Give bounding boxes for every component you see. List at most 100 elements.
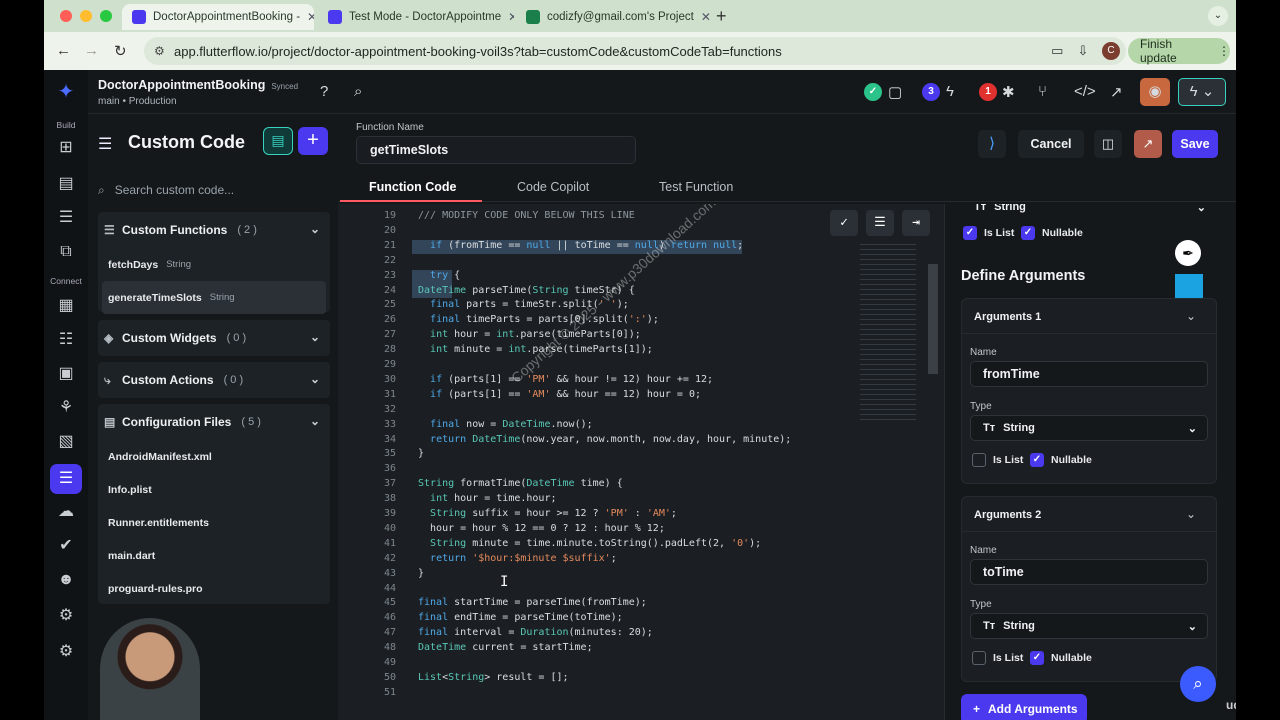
custom-code-icon[interactable]: ☰ <box>56 469 76 489</box>
lightning-icon[interactable]: ϟ <box>946 83 954 100</box>
chevron-down-icon[interactable]: ⌄ <box>310 414 320 428</box>
forward-arrow-icon[interactable]: → <box>84 42 99 59</box>
agents-icon[interactable]: ☻ <box>56 570 76 590</box>
support-chat-icon[interactable]: ⌕ <box>1180 666 1216 702</box>
widget-tree-icon[interactable]: ▤ <box>56 174 76 194</box>
flutterflow-logo-icon[interactable]: ✦ <box>56 82 76 102</box>
is-list-checkbox[interactable]: Is List <box>972 453 1023 467</box>
run-lightning-dropdown[interactable]: ϟ ⌄ <box>1178 78 1226 106</box>
browser-tab-3[interactable]: codizfy@gmail.com's Project ✕ <box>516 4 712 30</box>
minimize-window-button[interactable] <box>80 10 92 22</box>
configuration-files-header[interactable]: ▤ Configuration Files ( 5 ) ⌄ <box>98 404 330 440</box>
bug-icon[interactable]: ✱ <box>1002 83 1015 101</box>
argument-name-input[interactable]: toTime <box>970 559 1208 585</box>
function-name-input[interactable]: getTimeSlots <box>356 136 636 164</box>
errors-badge[interactable]: 1 <box>979 83 997 101</box>
reload-icon[interactable]: ↻ <box>114 42 127 60</box>
integrations-icon[interactable]: ⚙ <box>56 606 76 626</box>
code-line[interactable]: int hour = time.hour; <box>418 493 556 504</box>
layers-icon[interactable]: ☰ <box>56 208 76 228</box>
vscode-icon[interactable]: ⟩ <box>978 130 1006 158</box>
tab-test-function[interactable]: Test Function <box>659 180 733 194</box>
return-nullable-checkbox[interactable]: ✓ Nullable <box>1021 226 1083 240</box>
browser-tab-1[interactable]: DoctorAppointmentBooking - ✕ <box>122 4 314 30</box>
argument-name-input[interactable]: fromTime <box>970 361 1208 387</box>
code-line[interactable]: return '$hour:$minute $suffix'; <box>418 553 617 564</box>
help-icon[interactable]: ? <box>320 83 328 100</box>
maximize-window-button[interactable] <box>100 10 112 22</box>
open-external-icon[interactable]: ↗ <box>1110 83 1123 101</box>
tab-search-chevron-icon[interactable]: ⌄ <box>1208 6 1228 26</box>
code-editor[interactable]: 19 /// MODIFY CODE ONLY BELOW THIS LINE 20… <box>338 204 944 720</box>
search-custom-code-input[interactable]: ⌕ Search custom code... <box>98 178 328 202</box>
notifications-badge[interactable]: 3 <box>922 83 940 101</box>
back-arrow-icon[interactable]: ← <box>56 42 71 59</box>
return-type-select[interactable]: Tт String ⌄ <box>961 204 1217 220</box>
code-line[interactable]: final interval = Duration(minutes: 20); <box>418 627 653 638</box>
list-item[interactable]: main.dart <box>98 539 330 572</box>
code-line[interactable]: /// MODIFY CODE ONLY BELOW THIS LINE <box>418 210 635 221</box>
list-item[interactable]: proguard-rules.pro <box>98 572 330 605</box>
code-line[interactable]: if (parts[1] == 'PM' && hour != 12) hour… <box>418 374 713 385</box>
save-button[interactable]: Save <box>1172 130 1218 158</box>
pen-tool-icon[interactable]: ✒ <box>1175 240 1201 266</box>
tab-code-copilot[interactable]: Code Copilot <box>517 180 589 194</box>
install-app-icon[interactable]: ⇩ <box>1077 43 1088 59</box>
check-code-icon[interactable]: ✓ <box>830 210 858 236</box>
list-item[interactable]: Runner.entitlements <box>98 506 330 539</box>
components-icon[interactable]: ⧉ <box>56 242 76 262</box>
code-line[interactable]: final timeParts = parts[0].split(':'); <box>418 314 659 325</box>
argument-type-select[interactable]: Tт String ⌄ <box>970 613 1208 639</box>
close-window-button[interactable] <box>60 10 72 22</box>
finish-update-button[interactable]: Finish update ⋮ <box>1128 37 1230 65</box>
new-tab-button[interactable]: + <box>716 6 727 27</box>
custom-actions-header[interactable]: ⤷ Custom Actions ( 0 ) ⌄ <box>98 362 330 398</box>
branch-label[interactable]: main • Production <box>98 96 177 107</box>
custom-functions-header[interactable]: ☰ Custom Functions ( 2 ) ⌄ <box>98 212 330 248</box>
code-minimap[interactable] <box>860 244 916 424</box>
format-code-icon[interactable]: ☰ <box>866 210 894 236</box>
check-status-icon[interactable]: ✓ <box>864 83 882 101</box>
list-item[interactable]: generateTimeSlots String <box>102 281 326 314</box>
close-tab-icon[interactable]: ✕ <box>701 10 711 24</box>
add-custom-code-button[interactable]: + <box>298 127 328 155</box>
url-input[interactable]: ⚙ app.flutterflow.io/project/doctor-appo… <box>144 37 1126 65</box>
code-line[interactable]: String suffix = hour >= 12 ? 'PM' : 'AM'… <box>418 508 677 519</box>
nullable-checkbox[interactable]: ✓ Nullable <box>1030 651 1092 665</box>
search-icon[interactable]: ⌕ <box>354 83 362 100</box>
code-line[interactable]: String formatTime(DateTime time) { <box>418 478 623 489</box>
code-line[interactable]: return DateTime(now.year, now.month, now… <box>418 434 791 445</box>
list-item[interactable]: Info.plist <box>98 473 330 506</box>
media-assets-icon[interactable]: ▧ <box>56 432 76 452</box>
nullable-checkbox[interactable]: ✓ Nullable <box>1030 453 1092 467</box>
add-page-icon[interactable]: ⊞ <box>56 138 76 158</box>
editor-scrollbar[interactable] <box>928 264 938 374</box>
code-line[interactable]: } <box>418 448 424 459</box>
code-line[interactable]: List<String> result = []; <box>418 672 569 683</box>
indent-icon[interactable]: ⇥ <box>902 210 930 236</box>
code-line[interactable]: if (parts[1] == 'AM' && hour == 12) hour… <box>418 389 701 400</box>
firestore-icon[interactable]: ▦ <box>56 296 76 316</box>
chevron-down-icon[interactable]: ⌄ <box>310 222 320 236</box>
branch-icon[interactable]: ⑂ <box>1038 83 1047 100</box>
code-line[interactable]: hour = hour % 12 == 0 ? 12 : hour % 12; <box>418 523 665 534</box>
api-calls-icon[interactable]: ☷ <box>56 330 76 350</box>
cancel-button[interactable]: Cancel <box>1018 130 1084 158</box>
custom-widgets-header[interactable]: ◈ Custom Widgets ( 0 ) ⌄ <box>98 320 330 356</box>
chevron-down-icon[interactable]: ⌄ <box>1186 309 1196 323</box>
chevron-down-icon[interactable]: ⌄ <box>310 372 320 386</box>
profile-avatar[interactable]: C <box>1102 42 1120 60</box>
code-line[interactable]: String minute = time.minute.toString().p… <box>418 538 761 549</box>
settings-icon[interactable]: ⚙ <box>56 642 76 662</box>
list-item[interactable]: AndroidManifest.xml <box>98 440 330 473</box>
preview-eye-icon[interactable]: ◉ <box>1140 78 1170 106</box>
code-line[interactable]: DateTime current = startTime; <box>418 642 593 653</box>
code-view-icon[interactable]: </> <box>1074 83 1096 100</box>
close-tab-icon[interactable]: ✕ <box>508 10 514 24</box>
chevron-down-icon[interactable]: ⌄ <box>1186 507 1196 521</box>
docs-button[interactable]: ▤ <box>263 127 293 155</box>
diff-view-icon[interactable]: ◫ <box>1094 130 1122 158</box>
code-line[interactable]: final startTime = parseTime(fromTime); <box>418 597 647 608</box>
code-line[interactable]: final now = DateTime.now(); <box>418 419 593 430</box>
site-settings-icon[interactable]: ⚙ <box>154 44 165 58</box>
